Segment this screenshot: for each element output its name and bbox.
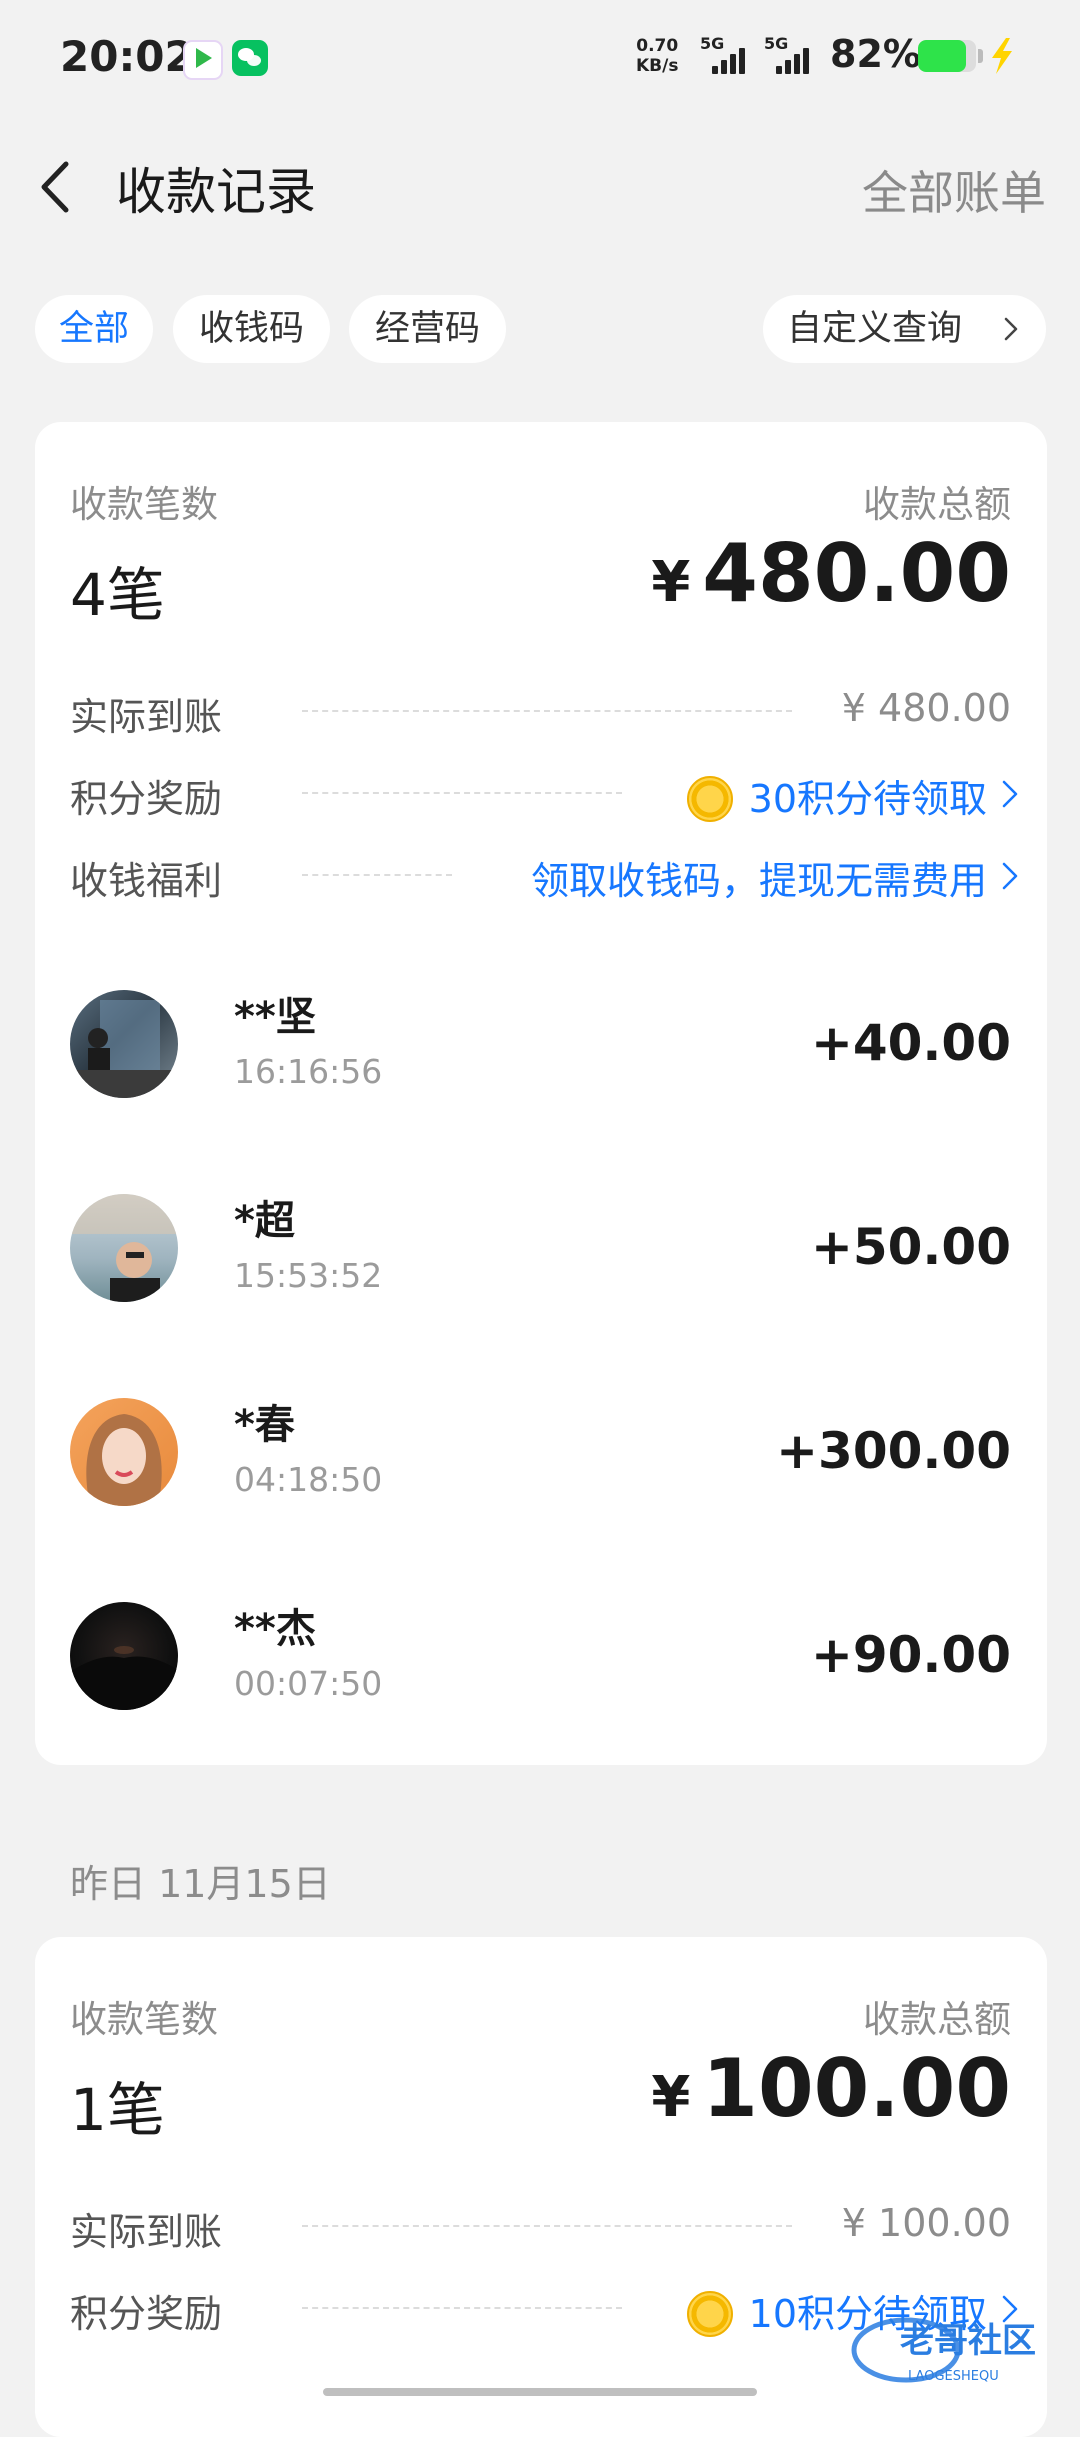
signal-icon: 5G xyxy=(764,34,812,78)
watermark-subtext: LAOGESHEQU xyxy=(908,2369,999,2384)
actual-received-row: 实际到账 ¥ 480.00 xyxy=(70,680,1023,740)
payment-amount: +50.00 xyxy=(810,1218,1011,1276)
transaction-row[interactable]: *春 04:18:50 +300.00 xyxy=(70,1398,1011,1548)
total-amount-value: 480.00 xyxy=(702,527,1011,620)
actual-received-row: 实际到账 ¥ 100.00 xyxy=(70,2195,1023,2255)
summary-card-today: 收款笔数 收款总额 4笔 ¥480.00 实际到账 ¥ 480.00 积分奖励 … xyxy=(35,422,1047,1765)
watermark-logo: 老哥社区 LAOGESHEQU xyxy=(851,2317,1036,2384)
points-reward-label: 积分奖励 xyxy=(70,777,223,821)
network-speed-unit: KB/s xyxy=(636,56,679,76)
currency-symbol: ¥ xyxy=(651,550,691,615)
currency-symbol: ¥ xyxy=(651,2065,691,2130)
points-reward-link[interactable]: 30积分待领取 xyxy=(686,768,1023,823)
count-label: 收款笔数 xyxy=(70,1998,218,2041)
receive-welfare-link[interactable]: 领取收钱码，提现无需费用 xyxy=(531,850,1023,905)
payment-time: 16:16:56 xyxy=(234,1052,383,1091)
network-speed-value: 0.70 xyxy=(636,36,679,56)
payment-time: 15:53:52 xyxy=(234,1256,383,1295)
payer-name: *春 xyxy=(234,1402,295,1448)
receive-welfare-label: 收钱福利 xyxy=(70,859,223,903)
payer-name: **坚 xyxy=(234,994,316,1040)
payment-time: 00:07:50 xyxy=(234,1664,383,1703)
points-reward-label: 积分奖励 xyxy=(70,2292,223,2336)
actual-received-value: ¥ 100.00 xyxy=(841,2201,1011,2245)
divider xyxy=(302,710,792,712)
divider xyxy=(302,792,622,794)
transaction-row[interactable]: **坚 16:16:56 +40.00 xyxy=(70,990,1011,1140)
total-label: 收款总额 xyxy=(863,1998,1011,2041)
count-label: 收款笔数 xyxy=(70,483,218,526)
chevron-right-icon xyxy=(1002,780,1018,808)
video-app-icon xyxy=(183,40,223,80)
status-time: 20:02 xyxy=(60,32,194,81)
back-arrow-icon[interactable] xyxy=(34,152,78,222)
watermark-text: 老哥社区 xyxy=(900,2321,1036,2361)
battery-icon xyxy=(918,40,976,72)
transaction-row[interactable]: *超 15:53:52 +50.00 xyxy=(70,1194,1011,1344)
actual-received-label: 实际到账 xyxy=(70,2210,223,2254)
divider xyxy=(302,874,452,876)
page-title: 收款记录 xyxy=(116,163,316,221)
payer-name: *超 xyxy=(234,1198,295,1244)
total-amount: ¥480.00 xyxy=(651,527,1011,620)
payment-time: 04:18:50 xyxy=(234,1460,383,1499)
signal-type: 5G xyxy=(700,34,725,53)
total-label: 收款总额 xyxy=(863,483,1011,526)
payment-amount: +300.00 xyxy=(776,1422,1011,1480)
battery-percent: 82% xyxy=(830,32,921,76)
all-bills-link[interactable]: 全部账单 xyxy=(862,157,1046,223)
filter-chip-receive-code[interactable]: 收钱码 xyxy=(173,295,330,363)
chevron-right-icon xyxy=(1002,862,1018,890)
avatar xyxy=(70,1194,178,1302)
payment-count: 4笔 xyxy=(70,561,165,629)
charging-icon xyxy=(992,38,1012,74)
network-speed: 0.70 KB/s xyxy=(636,36,678,76)
payer-name: **杰 xyxy=(234,1606,316,1652)
date-section-label: 昨日 11月15日 xyxy=(70,1862,331,1906)
avatar xyxy=(70,1602,178,1710)
avatar xyxy=(70,990,178,1098)
coin-icon xyxy=(686,776,733,822)
custom-query-button[interactable]: 自定义查询 xyxy=(763,295,1046,363)
custom-query-label: 自定义查询 xyxy=(787,309,963,349)
transaction-row[interactable]: **杰 00:07:50 +90.00 xyxy=(70,1602,1011,1752)
points-reward-row[interactable]: 积分奖励 30积分待领取 xyxy=(70,762,1023,822)
avatar xyxy=(70,1398,178,1506)
signal-type: 5G xyxy=(764,34,789,53)
payment-amount: +90.00 xyxy=(810,1626,1011,1684)
divider xyxy=(302,2307,622,2309)
actual-received-value: ¥ 480.00 xyxy=(841,686,1011,730)
payment-amount: +40.00 xyxy=(810,1014,1011,1072)
total-amount-value: 100.00 xyxy=(702,2042,1011,2135)
total-amount: ¥100.00 xyxy=(651,2042,1011,2135)
wechat-icon xyxy=(232,40,268,76)
home-indicator[interactable] xyxy=(323,2388,757,2396)
divider xyxy=(302,2225,792,2227)
payment-count: 1笔 xyxy=(70,2076,165,2144)
status-bar: 20:02 0.70 KB/s 5G 5G 82% xyxy=(0,0,1080,115)
receive-welfare-row[interactable]: 收钱福利 领取收钱码，提现无需费用 xyxy=(70,844,1023,904)
chevron-right-icon xyxy=(1004,317,1018,341)
battery-tip xyxy=(978,49,983,63)
coin-icon xyxy=(686,2291,733,2337)
signal-icon: 5G xyxy=(700,34,748,78)
filter-chip-all[interactable]: 全部 xyxy=(35,295,153,363)
filter-chip-business-code[interactable]: 经营码 xyxy=(349,295,506,363)
actual-received-label: 实际到账 xyxy=(70,695,223,739)
